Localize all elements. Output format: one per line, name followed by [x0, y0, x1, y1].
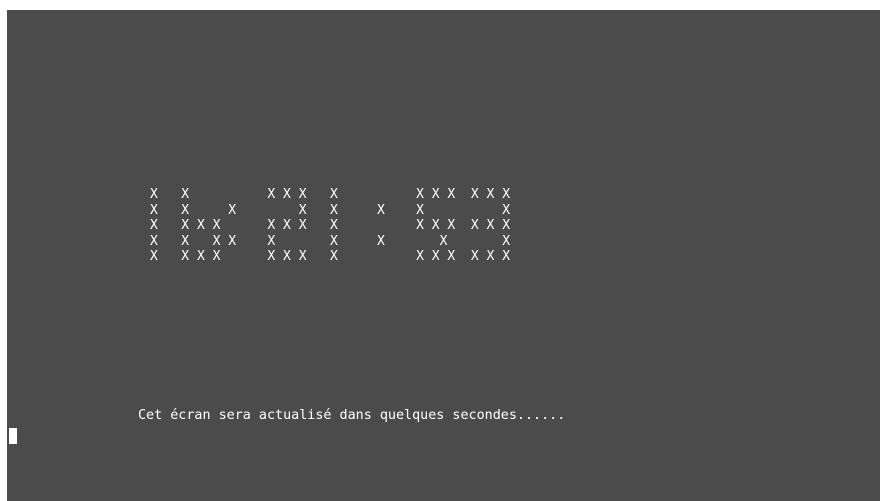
text-cursor [9, 428, 17, 444]
terminal-screen: X X X X X X X X X X X XX X X X X X X XX … [7, 10, 880, 501]
clock-row: X X X X X X X X X X X X [150, 187, 511, 202]
clock-row: X X X X X X X X X X X X X X [150, 218, 511, 233]
clock-row: X X X X X X X X [150, 202, 511, 218]
clock-row: X X X X X X X X X X X X X X [150, 249, 511, 264]
ascii-clock: X X X X X X X X X X X XX X X X X X X XX … [150, 187, 510, 265]
clock-row: X X X X X X X X X [150, 233, 511, 249]
refresh-message: Cet écran sera actualisé dans quelques s… [138, 408, 566, 423]
